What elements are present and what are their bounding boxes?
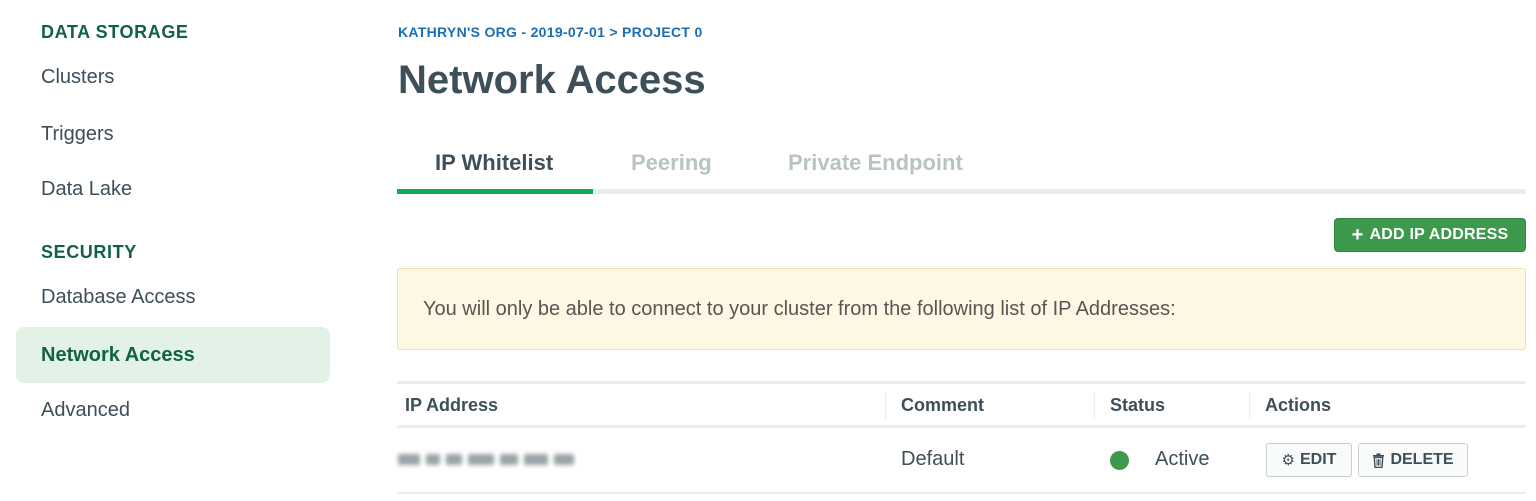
column-header-actions: Actions	[1265, 395, 1332, 415]
tab-private-endpoint[interactable]: Private Endpoint	[788, 150, 963, 176]
sidebar-item-network-access[interactable]: Network Access	[41, 344, 195, 367]
info-notice: You will only be able to connect to your…	[397, 268, 1526, 350]
column-header-ip-address[interactable]: IP Address	[405, 395, 498, 416]
column-separator	[885, 392, 886, 419]
table-row-divider	[397, 492, 1526, 494]
page: DATA STORAGE Clusters Triggers Data Lake…	[0, 0, 1536, 501]
table-header-divider	[397, 425, 1526, 428]
section-heading-security: SECURITY	[41, 242, 137, 262]
add-ip-address-label: ADD IP ADDRESS	[1369, 226, 1509, 243]
gear-icon: ⚙	[1281, 451, 1295, 469]
sidebar-item-data-lake[interactable]: Data Lake	[41, 178, 132, 201]
delete-button-label: DELETE	[1390, 451, 1454, 468]
status-cell: Active	[1155, 448, 1210, 470]
status-active-dot	[1110, 451, 1129, 470]
tab-ip-whitelist[interactable]: IP Whitelist	[435, 150, 553, 176]
breadcrumb[interactable]: KATHRYN'S ORG - 2019-07-01 > PROJECT 0	[398, 24, 703, 40]
plus-icon: +	[1351, 224, 1364, 246]
table-top-divider	[397, 381, 1526, 384]
edit-button-label: EDIT	[1300, 451, 1337, 468]
page-title: Network Access	[398, 58, 706, 102]
tab-peering[interactable]: Peering	[631, 150, 712, 176]
add-ip-address-button[interactable]: + ADD IP ADDRESS	[1334, 218, 1526, 252]
edit-button[interactable]: ⚙ EDIT	[1266, 443, 1352, 477]
column-header-comment[interactable]: Comment	[901, 395, 984, 416]
comment-cell: Default	[901, 448, 965, 470]
sidebar-item-advanced[interactable]: Advanced	[41, 399, 130, 422]
column-separator	[1094, 392, 1095, 419]
delete-button[interactable]: DELETE	[1358, 443, 1468, 477]
column-separator	[1249, 392, 1250, 419]
active-tab-indicator	[397, 189, 593, 194]
sidebar-item-database-access[interactable]: Database Access	[41, 286, 196, 309]
sidebar-item-clusters[interactable]: Clusters	[41, 66, 114, 89]
trash-icon	[1372, 452, 1385, 468]
ip-address-redacted	[398, 450, 588, 468]
column-header-status[interactable]: Status	[1110, 395, 1165, 416]
section-heading-data-storage: DATA STORAGE	[41, 22, 189, 42]
sidebar: DATA STORAGE Clusters Triggers Data Lake…	[0, 0, 340, 501]
sidebar-item-triggers[interactable]: Triggers	[41, 123, 114, 146]
